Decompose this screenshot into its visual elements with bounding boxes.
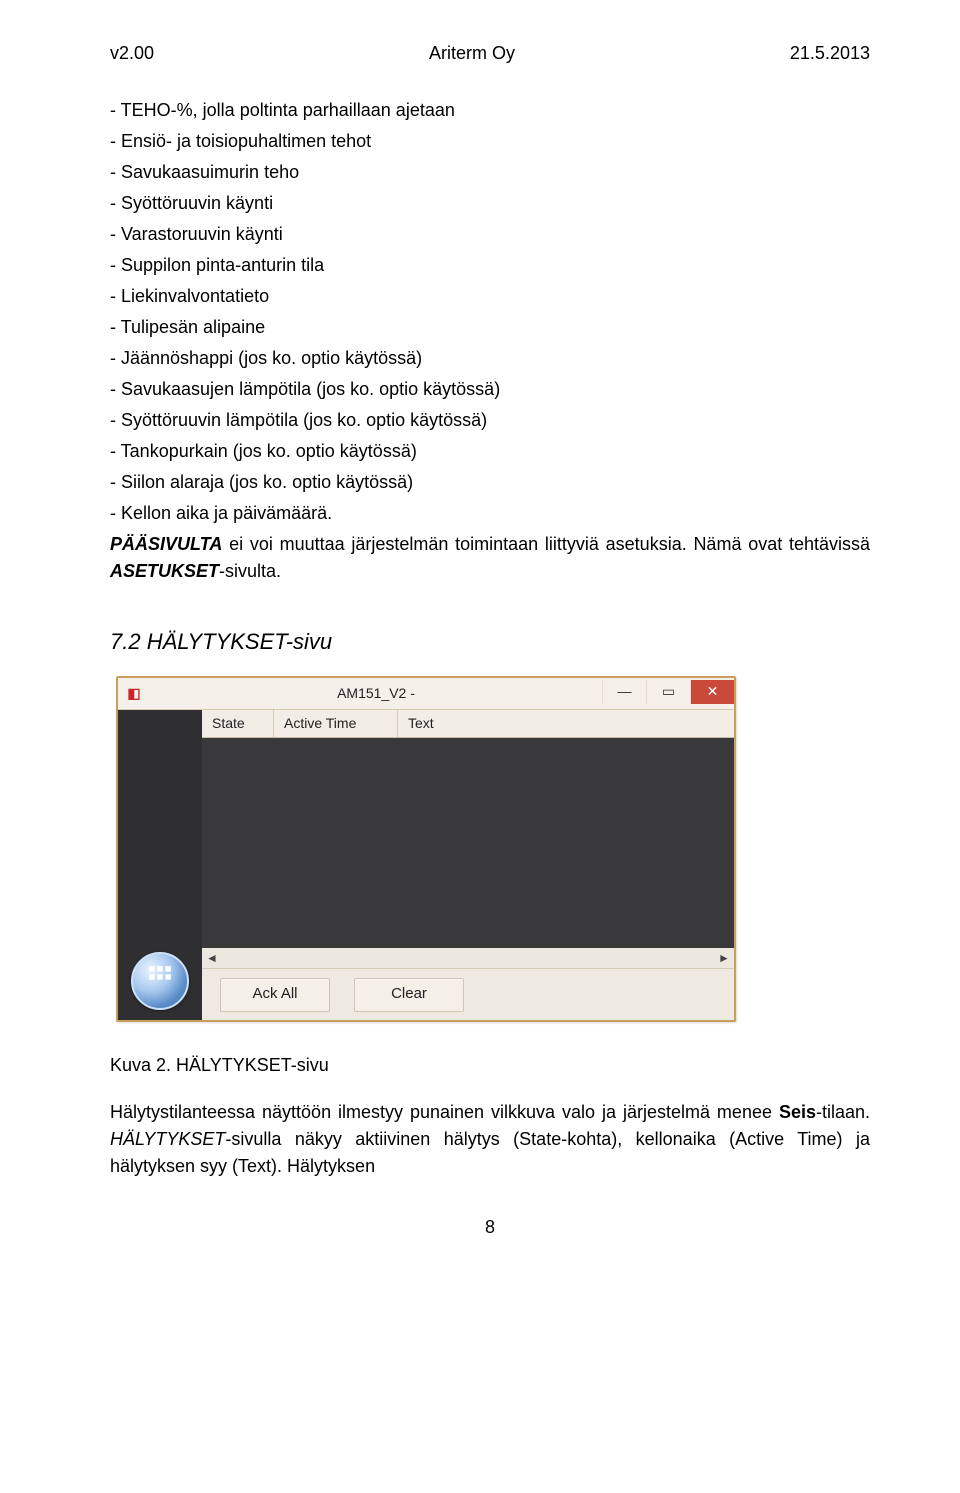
window-controls: — ▭ ✕ — [602, 684, 734, 704]
list-item: - Syöttöruuvin lämpötila (jos ko. optio … — [110, 407, 870, 434]
window-title: AM151_V2 - — [150, 683, 602, 704]
scroll-track[interactable] — [222, 948, 714, 968]
list-item: - Tankopurkain (jos ko. optio käytössä) — [110, 438, 870, 465]
emphasis: PÄÄSIVULTA — [110, 534, 222, 554]
app-body: State Active Time Text ◄ ► Ack All Clear — [118, 710, 734, 1020]
emphasis: HÄLYTYKSET — [110, 1129, 225, 1149]
app-window: ◧ AM151_V2 - — ▭ ✕ — [116, 676, 736, 1022]
clear-button[interactable]: Clear — [354, 978, 464, 1012]
emphasis: Seis — [779, 1102, 816, 1122]
column-header-text[interactable]: Text — [398, 710, 734, 737]
paragraph: Hälytystilanteessa näyttöön ilmestyy pun… — [110, 1099, 870, 1180]
alarm-grid-empty — [202, 738, 734, 948]
app-main: State Active Time Text ◄ ► Ack All Clear — [202, 710, 734, 1020]
text-run: ei voi muuttaa järjestelmän toimintaan l… — [222, 534, 870, 554]
list-item: - Suppilon pinta-anturin tila — [110, 252, 870, 279]
emphasis: ASETUKSET — [110, 561, 219, 581]
list-item: - Savukaasujen lämpötila (jos ko. optio … — [110, 376, 870, 403]
grid-icon — [147, 964, 173, 998]
header-right: 21.5.2013 — [790, 40, 870, 67]
table-header-row: State Active Time Text — [202, 710, 734, 738]
list-item: - Savukaasuimurin teho — [110, 159, 870, 186]
list-item: - Syöttöruuvin käynti — [110, 190, 870, 217]
list-item: - TEHO-%, jolla poltinta parhaillaan aje… — [110, 97, 870, 124]
close-button[interactable]: ✕ — [690, 680, 734, 704]
horizontal-scrollbar[interactable]: ◄ ► — [202, 948, 734, 968]
text-run: -tilaan. — [816, 1102, 870, 1122]
titlebar: ◧ AM151_V2 - — ▭ ✕ — [118, 678, 734, 710]
menu-round-button[interactable] — [131, 952, 189, 1010]
header-center: Ariterm Oy — [429, 40, 515, 67]
scroll-right-icon[interactable]: ► — [714, 948, 734, 968]
ack-all-button[interactable]: Ack All — [220, 978, 330, 1012]
text-run: Hälytystilanteessa näyttöön ilmestyy pun… — [110, 1102, 779, 1122]
list-item: - Liekinvalvontatieto — [110, 283, 870, 310]
paragraph: PÄÄSIVULTA ei voi muuttaa järjestelmän t… — [110, 531, 870, 585]
app-sidebar — [118, 710, 202, 1020]
column-header-state[interactable]: State — [202, 710, 274, 737]
bottom-toolbar: Ack All Clear — [202, 968, 734, 1020]
page: v2.00 Ariterm Oy 21.5.2013 - TEHO-%, jol… — [0, 0, 960, 1281]
page-header: v2.00 Ariterm Oy 21.5.2013 — [110, 40, 870, 67]
section-heading: 7.2 HÄLYTYKSET-sivu — [110, 625, 870, 658]
list-item: - Kellon aika ja päivämäärä. — [110, 500, 870, 527]
list-item: - Jäännöshappi (jos ko. optio käytössä) — [110, 345, 870, 372]
app-icon: ◧ — [126, 686, 142, 702]
maximize-button[interactable]: ▭ — [646, 680, 690, 704]
scroll-left-icon[interactable]: ◄ — [202, 948, 222, 968]
column-header-active-time[interactable]: Active Time — [274, 710, 398, 737]
bullet-list: - TEHO-%, jolla poltinta parhaillaan aje… — [110, 97, 870, 585]
figure-caption: Kuva 2. HÄLYTYKSET-sivu — [110, 1052, 870, 1079]
text-run: -sivulta. — [219, 561, 281, 581]
list-item: - Ensiö- ja toisiopuhaltimen tehot — [110, 128, 870, 155]
minimize-button[interactable]: — — [602, 680, 646, 704]
list-item: - Varastoruuvin käynti — [110, 221, 870, 248]
list-item: - Siilon alaraja (jos ko. optio käytössä… — [110, 469, 870, 496]
header-left: v2.00 — [110, 40, 154, 67]
page-number: 8 — [110, 1214, 870, 1241]
list-item: - Tulipesän alipaine — [110, 314, 870, 341]
